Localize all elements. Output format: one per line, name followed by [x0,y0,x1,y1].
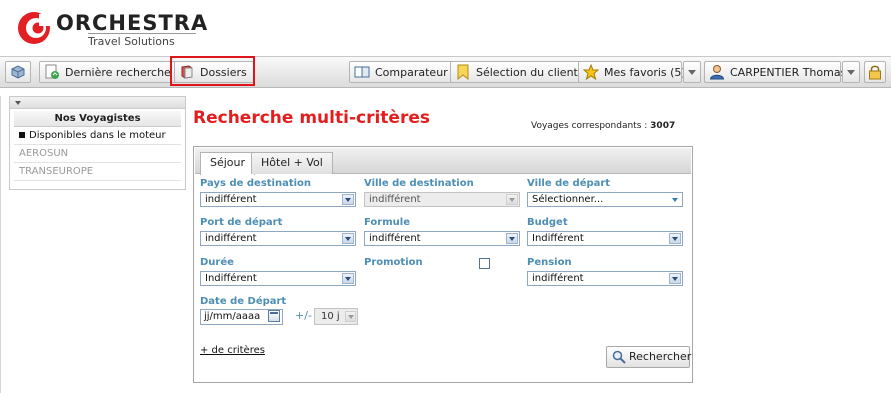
promotion-label: Promotion [364,257,423,268]
search-button[interactable]: Rechercher [606,346,692,368]
chevron-down-icon [506,233,518,244]
list-item[interactable]: Disponibles dans le moteur [14,127,181,145]
list-item-label: Disponibles dans le moteur [29,130,166,141]
date-range-value: 10 j [321,311,340,322]
formule-value: indifférent [369,233,421,244]
star-icon [583,64,599,80]
bullet-square-icon [19,132,25,138]
orchestra-swirl-icon [18,12,52,44]
voyagistes-title: Nos Voyagistes [14,111,181,127]
promotion-checkbox[interactable] [479,258,490,269]
pays-value: indifférent [205,194,257,205]
budget-value: Indifférent [532,233,584,244]
brand-name: ORCHESTRA [56,11,209,35]
duree-select[interactable]: Indifférent [200,271,356,286]
ville-destination-label: Ville de destination [364,178,474,189]
more-criteria-link[interactable]: + de critères [200,345,265,356]
favorites-button[interactable]: Mes favoris (5) [578,61,686,83]
tab-sejour[interactable]: Séjour [200,152,256,175]
ville-depart-select[interactable]: Sélectionner... [527,192,683,207]
pension-select[interactable]: indifférent [527,271,683,286]
chevron-down-icon [506,194,518,205]
pension-label: Pension [527,257,572,268]
lock-button[interactable] [864,61,886,83]
voyagistes-panel: Nos Voyagistes Disponibles dans le moteu… [9,96,186,190]
formule-label: Formule [364,217,410,228]
results-count-label: Voyages correspondants : [531,121,648,131]
chevron-down-icon [342,273,354,284]
date-range-select[interactable]: 10 j [314,308,358,325]
ville-destination-select[interactable]: indifférent [364,192,520,207]
client-selection-label: Sélection du client [476,65,578,79]
left-border-line [0,96,1,393]
ville-destination-value: indifférent [369,194,421,205]
formule-select[interactable]: indifférent [364,231,520,246]
pension-value: indifférent [532,273,584,284]
lock-icon [869,65,881,80]
last-search-button[interactable]: Dernière recherche [39,61,178,83]
pays-select[interactable]: indifférent [200,192,356,207]
budget-label: Budget [527,217,568,228]
client-selection-button[interactable]: Sélection du client [450,61,585,83]
duree-label: Durée [200,257,234,268]
duree-value: Indifférent [205,273,257,284]
compare-icon [354,66,370,78]
tab-hotel-vol[interactable]: Hôtel + Vol [251,152,333,174]
favorites-dropdown[interactable] [683,61,701,83]
date-depart-label: Date de Départ [200,296,287,307]
results-count: Voyages correspondants : 3007 [531,121,675,131]
refresh-document-icon [45,64,59,79]
budget-select[interactable]: Indifférent [527,231,683,246]
favorites-label: Mes favoris (5) [604,65,686,79]
last-search-label: Dernière recherche [65,65,171,79]
list-item[interactable]: AEROSUN [14,145,181,163]
box-icon [11,65,25,79]
search-form: Séjour Hôtel + Vol Pays de destination i… [193,146,693,383]
pays-label: Pays de destination [200,178,312,189]
page-title: Recherche multi-critères [193,108,430,128]
search-button-label: Rechercher [629,350,692,363]
chevron-down-icon [669,273,681,284]
orchestra-logo: ORCHESTRA Travel Solutions [16,8,216,48]
chevron-down-icon [342,233,354,244]
user-name: CARPENTIER Thomas [730,65,847,79]
brand-tagline: Travel Solutions [88,33,196,48]
chevron-down-icon [345,311,356,322]
user-menu-button[interactable]: CARPENTIER Thomas [704,61,846,83]
dossiers-highlight-frame [170,56,255,86]
magnifier-icon [612,350,626,364]
user-icon [709,65,725,80]
chevron-down-icon [342,194,354,205]
date-range-plusminus: +/- [295,309,312,322]
results-count-value: 3007 [650,121,676,131]
calendar-icon[interactable] [268,310,280,322]
list-item[interactable]: TRANSEUROPE [14,163,181,181]
main-toolbar: Dernière recherche Dossiers Comparateur … [0,56,891,88]
comparator-label: Comparateur [375,65,448,79]
home-button[interactable] [5,61,31,83]
form-tabs: Séjour Hôtel + Vol [195,148,691,175]
port-depart-select[interactable]: indifférent [200,231,356,246]
ville-depart-value: Sélectionner... [532,194,604,205]
bookmark-icon [457,64,469,80]
panel-collapse-toggle[interactable] [10,97,185,109]
ville-depart-label: Ville de départ [527,178,611,189]
user-dropdown[interactable] [842,61,860,83]
port-depart-label: Port de départ [200,217,283,228]
chevron-down-icon [669,194,681,205]
port-depart-value: indifférent [205,233,257,244]
comparator-button[interactable]: Comparateur [349,61,455,83]
chevron-down-icon [669,233,681,244]
